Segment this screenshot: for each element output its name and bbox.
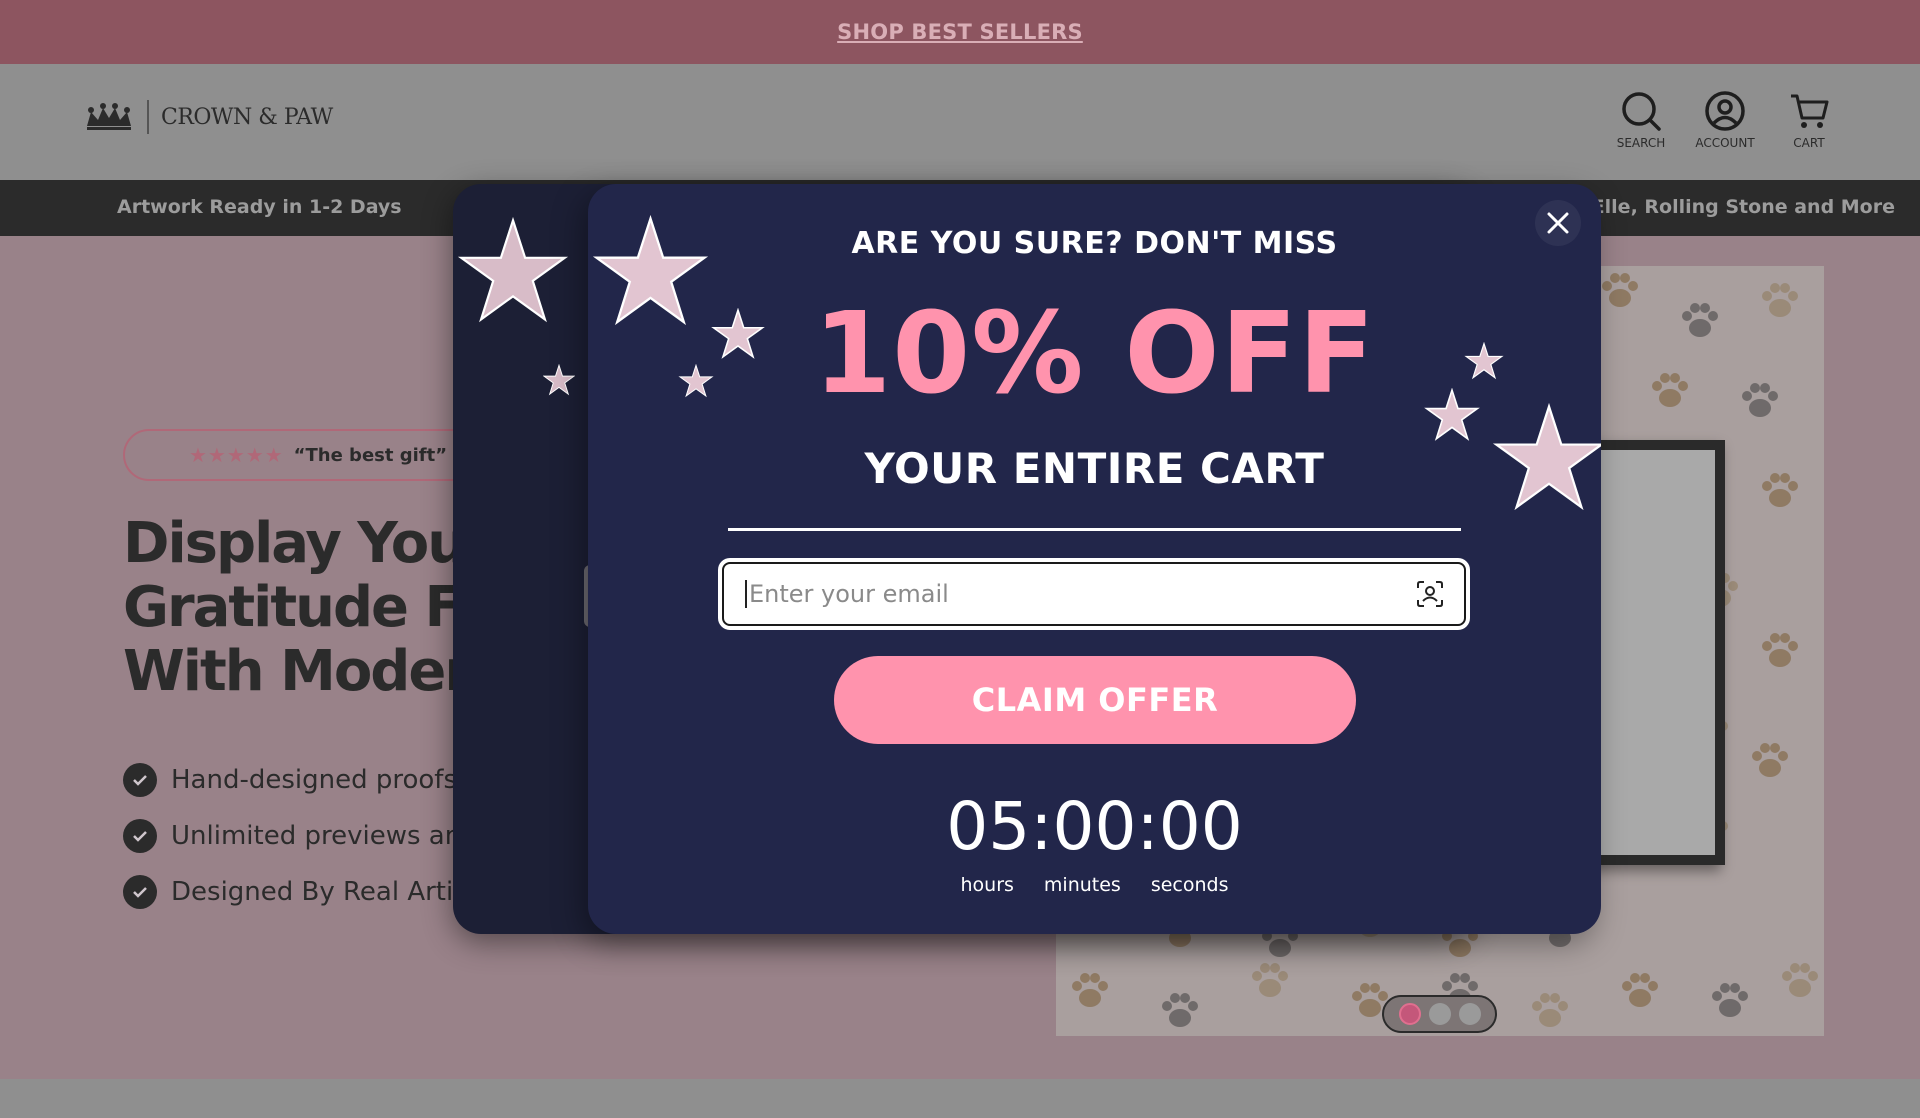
check-icon [123,763,157,797]
logo-divider [147,100,149,134]
list-item: Designed By Real Artist [123,864,477,920]
divider [728,528,1461,531]
paw-icon [1712,983,1748,1017]
paw-icon [1652,373,1688,407]
paw-icon [1782,963,1818,997]
paw-icon [1162,993,1198,1027]
timer-unit-hours: hours [960,874,1014,896]
carousel-dot[interactable] [1458,1003,1481,1025]
check-icon [123,875,157,909]
usp-left-text: Artwork Ready in 1-2 Days [117,196,402,218]
paw-icon [1682,303,1718,337]
brand-name: CROWN & PAW [161,104,333,130]
check-icon [123,819,157,853]
review-badge: ★★★★★ “The best gift” [123,429,483,481]
offer-headline: 10% OFF [813,289,1376,419]
carousel-dot[interactable] [1428,1003,1451,1025]
announcement-bar: SHOP BEST SELLERS [0,0,1920,64]
paw-icon [1762,473,1798,507]
crown-icon [87,103,131,130]
search-label: SEARCH [1616,136,1666,150]
popup-pretitle: ARE YOU SURE? DON'T MISS [851,226,1338,261]
account-label: ACCOUNT [1695,136,1755,150]
feature-text: Unlimited previews anc [171,821,476,851]
rating-stars: ★★★★★ [189,443,284,467]
paw-icon [1072,973,1108,1007]
cart-button[interactable]: CART [1780,90,1838,150]
site-header: CROWN & PAW SEARCH ACCOUNT CART [0,64,1920,180]
search-icon [1622,92,1661,131]
review-quote: “The best gift” [293,444,448,466]
search-button[interactable]: SEARCH [1612,90,1670,150]
list-item: Unlimited previews anc [123,808,477,864]
offer-subtitle: YOUR ENTIRE CART [864,444,1325,493]
countdown-units: hours minutes seconds [588,874,1601,896]
account-button[interactable]: ACCOUNT [1695,90,1755,150]
paw-icon [1752,743,1788,777]
feature-text: Hand-designed proofs [171,765,457,795]
hero-frame-image [1580,440,1725,865]
paw-icon [1532,993,1568,1027]
timer-unit-minutes: minutes [1043,874,1121,896]
paw-icon [1762,283,1798,317]
logo[interactable]: CROWN & PAW [83,100,333,134]
cart-icon [1791,94,1829,128]
usp-right-text: ue, Elle, Rolling Stone and More [1551,196,1895,218]
feature-list: Hand-designed proofs Unlimited previews … [123,752,477,920]
star-icon [543,364,575,396]
timer-unit-seconds: seconds [1150,874,1229,896]
discount-popup: ARE YOU SURE? DON'T MISS 10% OFF YOUR EN… [588,184,1601,934]
carousel-dots [1382,995,1497,1033]
email-field-wrapper [718,558,1470,630]
claim-offer-button[interactable]: CLAIM OFFER [834,656,1356,744]
account-icon [1705,91,1745,131]
cart-label: CART [1793,136,1825,150]
carousel-dot[interactable] [1398,1003,1421,1025]
paw-icon [1622,973,1658,1007]
paw-icon [1762,633,1798,667]
countdown-timer: 05:00:00 [946,788,1243,865]
email-field[interactable] [745,580,1415,608]
autofill-contact-icon[interactable] [1415,579,1445,609]
footer-strip [0,1079,1920,1118]
star-icon [457,216,569,323]
paw-icon [1742,383,1778,417]
feature-text: Designed By Real Artist [171,877,477,907]
list-item: Hand-designed proofs [123,752,477,808]
shop-best-sellers-link[interactable]: SHOP BEST SELLERS [837,20,1083,44]
paw-icon [1602,273,1638,307]
